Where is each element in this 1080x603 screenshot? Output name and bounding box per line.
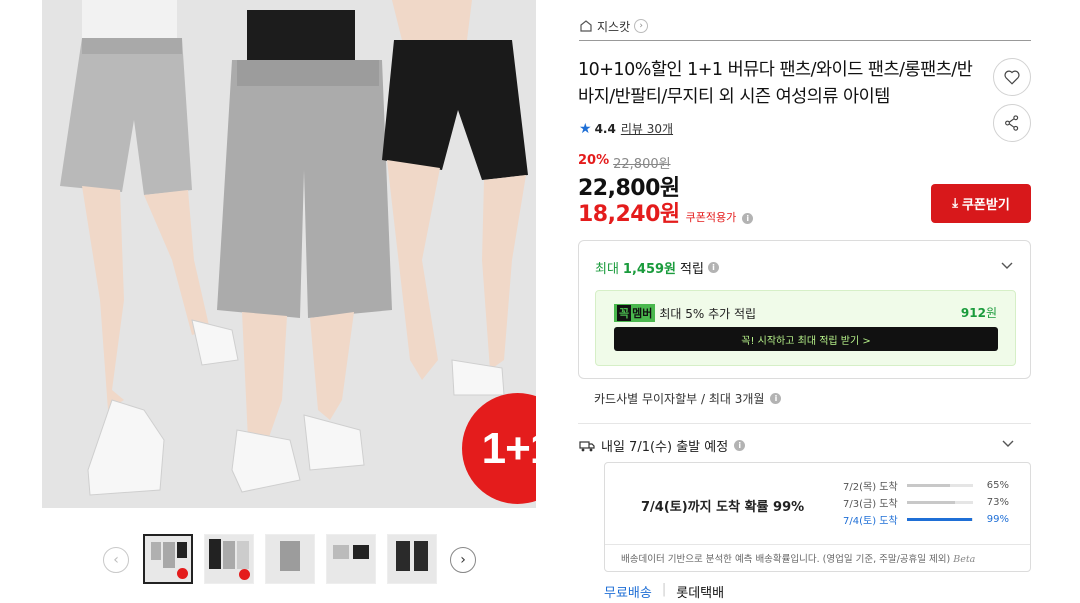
points-suffix: 적립: [680, 262, 704, 277]
shipping-info: 무료배송 | 롯데택배: [604, 582, 724, 601]
thumbnail-next-button[interactable]: ›: [450, 547, 476, 573]
probability-bar-fill: [907, 518, 973, 521]
coupon-price-label: 쿠폰적용가: [685, 211, 737, 224]
member-logo-text: 멤버: [632, 307, 653, 320]
thumbnail-2[interactable]: [204, 534, 254, 584]
member-points-amount: 912: [960, 306, 986, 320]
coupon-price-row: 18,240원 쿠폰적용가 i: [578, 196, 754, 228]
star-icon: ★: [579, 120, 592, 137]
probability-item: 7/3(금) 도착 73%: [843, 494, 1009, 511]
main-product-image[interactable]: 1+1: [42, 0, 536, 508]
product-photo-illustration: [60, 0, 528, 496]
delivery-label: 내일 7/1(수) 출발 예정: [601, 440, 729, 455]
probability-date: 7/3(금) 도착: [843, 499, 898, 510]
beta-label: Beta: [953, 554, 976, 565]
probability-percent: 65%: [986, 480, 1009, 491]
thumbnail-prev-button[interactable]: ‹: [103, 547, 129, 573]
info-icon[interactable]: i: [770, 393, 782, 404]
member-benefit-text: 최대 5% 추가 적립: [659, 306, 757, 321]
thumbnail-4[interactable]: [326, 534, 376, 584]
rating-score: 4.4: [594, 121, 616, 136]
chevron-left-icon: ‹: [113, 552, 119, 568]
member-points-unit: 원: [985, 306, 997, 320]
heart-icon: [1004, 70, 1020, 85]
probability-date: 7/2(목) 도착: [843, 482, 898, 493]
info-icon[interactable]: i: [734, 440, 746, 451]
delivery-probability-panel: 7/4(토)까지 도착 확률 99% 7/2(목) 도착 65% 7/3(금) …: [604, 462, 1031, 572]
free-shipping-label: 무료배송: [604, 586, 652, 601]
member-benefit-row: 꼭 멤버 최대 5% 추가 적립: [614, 304, 756, 322]
wishlist-button[interactable]: [993, 58, 1031, 96]
member-logo-k: 꼭: [617, 305, 632, 321]
points-amount: 1,459원: [622, 262, 677, 277]
member-benefit-box: 꼭 멤버 최대 5% 추가 적립 912원 꼭! 시작하고 최대 적립 받기 >: [595, 290, 1016, 366]
thumbnail-image: [396, 541, 428, 571]
rating-row: ★ 4.4 리뷰 30개: [579, 120, 673, 137]
thumbnail-badge: [177, 568, 188, 579]
probability-bar: [907, 518, 973, 521]
probability-date: 7/4(토) 도착: [843, 516, 898, 527]
store-name: 지스캇: [597, 19, 631, 34]
thumbnail-image: [280, 541, 300, 571]
chevron-down-icon[interactable]: [1001, 437, 1015, 451]
chevron-down-icon[interactable]: [1000, 259, 1014, 273]
installment-text: 카드사별 무이자할부 / 최대 3개월: [594, 392, 765, 406]
chevron-right-icon: ›: [634, 19, 649, 33]
points-prefix: 최대: [595, 262, 619, 277]
divider: [578, 423, 1031, 424]
probability-headline: 7/4(토)까지 도착 확률 99%: [641, 500, 805, 515]
download-icon: ⤓: [952, 196, 958, 211]
product-title: 10+10%할인 1+1 버뮤다 팬츠/와이드 팬츠/롱팬츠/반바지/반팔티/무…: [578, 60, 973, 107]
store-icon: [580, 20, 592, 32]
probability-item: 7/4(토) 도착 99%: [843, 511, 1009, 528]
delivery-estimate[interactable]: 내일 7/1(수) 출발 예정 i: [579, 436, 746, 455]
member-points: 912원: [961, 304, 997, 321]
thumbnail-5[interactable]: [387, 534, 437, 584]
get-coupon-label: 쿠폰받기: [961, 198, 1010, 213]
thumbnail-3[interactable]: [265, 534, 315, 584]
thumbnail-badge: [239, 569, 250, 580]
probability-bar: [907, 501, 973, 504]
store-link[interactable]: 지스캇 ›: [579, 16, 649, 36]
probability-note: 배송데이터 기반으로 분석한 예측 배송확률입니다. (영업일 기준, 주말/공…: [605, 544, 1030, 565]
member-logo: 꼭 멤버: [614, 304, 656, 322]
points-panel: 최대 1,459원 적립 i 꼭 멤버 최대 5% 추가 적립 912원 꼭! …: [578, 240, 1031, 379]
chevron-right-icon: ›: [460, 552, 466, 568]
probability-bar: [907, 484, 973, 487]
info-icon[interactable]: i: [742, 213, 754, 224]
probability-percent: 99%: [986, 514, 1009, 525]
probability-bar-fill: [907, 501, 956, 504]
divider: |: [661, 582, 667, 597]
info-icon[interactable]: i: [707, 262, 719, 273]
coupon-price: 18,240원: [578, 202, 680, 227]
thumbnail-1[interactable]: [143, 534, 193, 584]
share-icon: [1005, 115, 1019, 131]
thumbnail-image: [333, 545, 369, 559]
carrier-name: 롯데택배: [676, 586, 725, 601]
points-summary[interactable]: 최대 1,459원 적립 i: [595, 258, 719, 277]
share-button[interactable]: [993, 104, 1031, 142]
get-coupon-button[interactable]: ⤓ 쿠폰받기: [931, 184, 1031, 223]
probability-percent: 73%: [986, 497, 1009, 508]
thumbnail-carousel: ‹ ›: [100, 534, 480, 586]
probability-note-text: 배송데이터 기반으로 분석한 예측 배송확률입니다. (영업일 기준, 주말/공…: [621, 554, 951, 565]
probability-item: 7/2(목) 도착 65%: [843, 477, 1009, 494]
review-link[interactable]: 리뷰 30개: [621, 120, 673, 137]
probability-list: 7/2(목) 도착 65% 7/3(금) 도착 73% 7/4(토) 도착 99…: [843, 477, 1009, 528]
truck-icon: [579, 440, 595, 451]
installment-info: 카드사별 무이자할부 / 최대 3개월 i: [594, 390, 782, 407]
divider: [579, 40, 1031, 41]
probability-bar-fill: [907, 484, 950, 487]
member-signup-button[interactable]: 꼭! 시작하고 최대 적립 받기 >: [614, 327, 998, 351]
